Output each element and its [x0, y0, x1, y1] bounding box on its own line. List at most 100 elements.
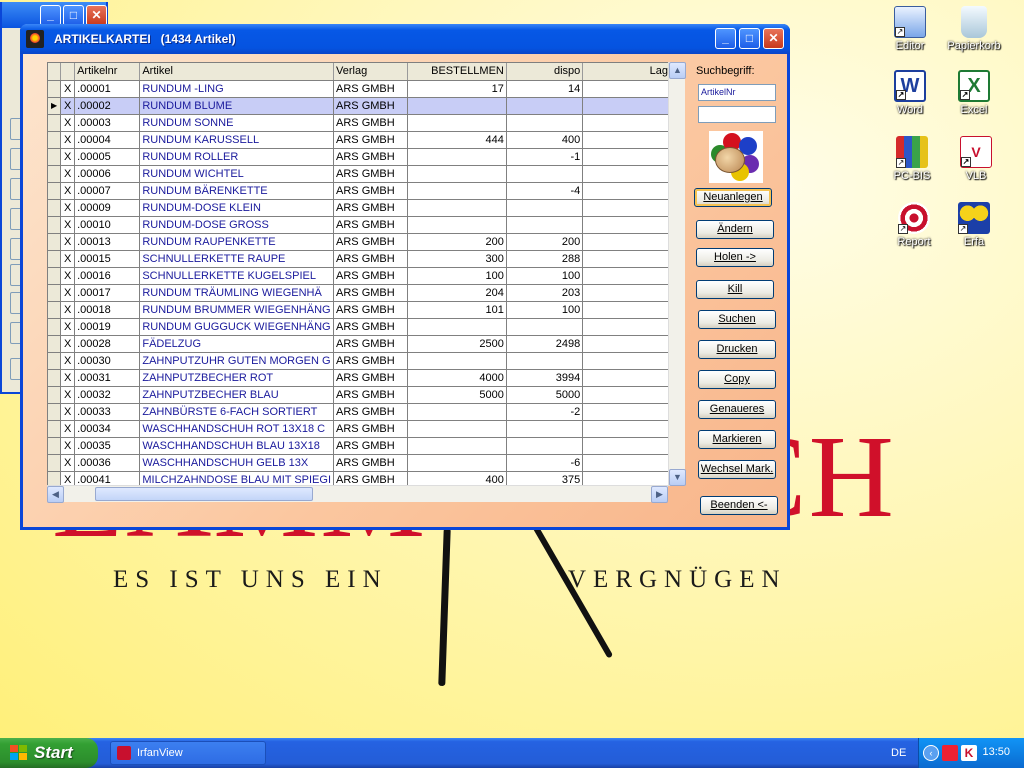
cell-artikelnr: .00009	[74, 199, 141, 217]
table-row[interactable]: X .00016 SCHNULLERKETTE KUGELSPIEL ARS GMBH…	[48, 267, 671, 285]
column-header-lager[interactable]: Lag	[582, 63, 671, 81]
scroll-down-icon[interactable]: ▼	[669, 469, 686, 486]
row-checkbox[interactable]: X	[60, 131, 76, 149]
cell-lager	[582, 369, 671, 387]
column-header-bestellmenge[interactable]: BESTELLMEN	[407, 63, 507, 81]
holen-button[interactable]: Holen ->	[696, 248, 774, 267]
genaueres-button[interactable]: Genaueres	[698, 400, 776, 419]
desktop-icon-papierkorb[interactable]: Papierkorb	[942, 6, 1006, 52]
table-row[interactable]: X .00030 ZAHNPUTZUHR GUTEN MORGEN G ARS GMB…	[48, 352, 671, 370]
desktop-icon-pc-bis[interactable]: ↗ PC-BIS	[880, 136, 944, 182]
row-checkbox[interactable]: X	[60, 335, 76, 353]
window-titlebar[interactable]: ARTIKELKARTEI (1434 Artikel) _ □ ✕	[20, 24, 790, 54]
start-button[interactable]: Start	[0, 738, 98, 768]
row-checkbox[interactable]: X	[60, 148, 76, 166]
aendern-button[interactable]: Ändern	[696, 220, 774, 239]
column-header-verlag[interactable]: Verlag	[333, 63, 408, 81]
table-row[interactable]: X .00015 SCHNULLERKETTE RAUPE ARS GMBH 300 28…	[48, 250, 671, 268]
column-header-artikelnr[interactable]: Artikelnr	[74, 63, 141, 81]
maximize-icon[interactable]: □	[63, 5, 84, 26]
table-row[interactable]: X .00036 WASCHHANDSCHUH GELB 13X ARS GMBH -6	[48, 454, 671, 472]
horizontal-scroll-thumb[interactable]	[95, 487, 313, 501]
table-row[interactable]: X .00032 ZAHNPUTZBECHER BLAU ARS GMBH 5000 50…	[48, 386, 671, 404]
scroll-up-icon[interactable]: ▲	[669, 62, 686, 79]
table-row[interactable]: X .00017 RUNDUM TRÄUMLING WIEGENHÄ ARS GMBH…	[48, 284, 671, 302]
search-field-select[interactable]: ArtikelNr	[698, 84, 776, 101]
vertical-scrollbar[interactable]: ▲ ▼	[668, 62, 686, 486]
desktop-icon-erfa[interactable]: ↗ Erfa	[942, 202, 1006, 248]
artikelkartei-window[interactable]: ARTIKELKARTEI (1434 Artikel) _ □ ✕ Artik…	[20, 24, 790, 530]
taskbar-item-irfanview[interactable]: IrfanView	[110, 741, 266, 765]
row-checkbox[interactable]: X	[60, 454, 76, 472]
row-checkbox[interactable]: X	[60, 80, 76, 98]
row-checkbox[interactable]: X	[60, 284, 76, 302]
tray-expand-icon[interactable]: ‹	[923, 745, 939, 761]
row-checkbox[interactable]: X	[60, 182, 76, 200]
row-checkbox[interactable]: X	[60, 437, 76, 455]
scroll-right-icon[interactable]: ▶	[651, 486, 668, 503]
desktop-icon-report[interactable]: ↗ Report	[882, 202, 946, 248]
table-row[interactable]: X .00019 RUNDUM GUGGUCK WIEGENHÄNG ARS GMBH	[48, 318, 671, 336]
minimize-icon[interactable]: _	[715, 28, 736, 49]
search-input[interactable]	[698, 106, 776, 123]
tray-app-icon[interactable]	[942, 745, 958, 761]
horizontal-scrollbar[interactable]: ◀ ▶	[47, 485, 668, 503]
table-row[interactable]: X .00010 RUNDUM-DOSE GROSS ARS GMBH	[48, 216, 671, 234]
table-row[interactable]: ▶ X .00002 RUNDUM BLUME ARS GMBH	[48, 97, 671, 115]
row-checkbox[interactable]: X	[60, 165, 76, 183]
kill-button[interactable]: Kill	[696, 280, 774, 299]
table-row[interactable]: X .00004 RUNDUM KARUSSELL ARS GMBH 444 400	[48, 131, 671, 149]
beenden-button[interactable]: Beenden <-	[700, 496, 778, 515]
desktop-icon-vlb[interactable]: V ↗ VLB	[944, 136, 1008, 182]
row-checkbox[interactable]: X	[60, 352, 76, 370]
column-header-artikel[interactable]: Artikel	[139, 63, 335, 81]
table-row[interactable]: X .00033 ZAHNBÜRSTE 6-FACH SORTIERT ARS GMB…	[48, 403, 671, 421]
row-checkbox[interactable]: X	[60, 97, 76, 115]
table-row[interactable]: X .00006 RUNDUM WICHTEL ARS GMBH	[48, 165, 671, 183]
row-checkbox[interactable]: X	[60, 114, 76, 132]
row-checkbox[interactable]: X	[60, 471, 76, 485]
row-checkbox[interactable]: X	[60, 199, 76, 217]
column-header-dispo[interactable]: dispo	[506, 63, 584, 81]
table-row[interactable]: X .00028 FÄDELZUG ARS GMBH 2500 2498	[48, 335, 671, 353]
table-row[interactable]: X .00013 RUNDUM RAUPENKETTE ARS GMBH 200 200	[48, 233, 671, 251]
table-row[interactable]: X .00001 RUNDUM -LING ARS GMBH 17 14	[48, 80, 671, 98]
wechsel-mark-button[interactable]: Wechsel Mark.	[698, 460, 776, 479]
table-row[interactable]: X .00041 MILCHZAHNDOSE BLAU MIT SPIEGI ARS …	[48, 471, 671, 485]
row-checkbox[interactable]: X	[60, 420, 76, 438]
row-checkbox[interactable]: X	[60, 233, 76, 251]
markieren-button[interactable]: Markieren	[698, 430, 776, 449]
row-checkbox[interactable]: X	[60, 403, 76, 421]
close-icon[interactable]: ✕	[86, 5, 107, 26]
neuanlegen-button[interactable]: Neuanlegen	[694, 188, 772, 207]
table-row[interactable]: X .00003 RUNDUM SONNE ARS GMBH	[48, 114, 671, 132]
table-row[interactable]: X .00035 WASCHHANDSCHUH BLAU 13X18 ARS GMBH	[48, 437, 671, 455]
row-checkbox[interactable]: X	[60, 386, 76, 404]
language-indicator[interactable]: DE	[891, 747, 906, 759]
row-checkbox[interactable]: X	[60, 318, 76, 336]
drucken-button[interactable]: Drucken	[698, 340, 776, 359]
close-icon[interactable]: ✕	[763, 28, 784, 49]
row-checkbox[interactable]: X	[60, 301, 76, 319]
table-row[interactable]: X .00007 RUNDUM BÄRENKETTE ARS GMBH -4	[48, 182, 671, 200]
table-row[interactable]: X .00031 ZAHNPUTZBECHER ROT ARS GMBH 4000 399…	[48, 369, 671, 387]
article-grid[interactable]: Artikelnr Artikel Verlag BESTELLMEN disp…	[47, 62, 672, 486]
copy-button[interactable]: Copy	[698, 370, 776, 389]
desktop-icon-word[interactable]: W ↗ Word	[878, 70, 942, 116]
row-checkbox[interactable]: X	[60, 250, 76, 268]
table-row[interactable]: X .00034 WASCHHANDSCHUH ROT 13X18 C ARS GMB…	[48, 420, 671, 438]
tray-k-icon[interactable]: K	[961, 745, 977, 761]
row-checkbox[interactable]: X	[60, 216, 76, 234]
desktop-icon-excel[interactable]: X ↗ Excel	[942, 70, 1006, 116]
row-checkbox[interactable]: X	[60, 369, 76, 387]
table-row[interactable]: X .00009 RUNDUM-DOSE KLEIN ARS GMBH	[48, 199, 671, 217]
suchen-button[interactable]: Suchen	[698, 310, 776, 329]
row-indicator	[48, 369, 62, 387]
table-row[interactable]: X .00005 RUNDUM ROLLER ARS GMBH -1	[48, 148, 671, 166]
desktop-icon-editor[interactable]: ↗ Editor	[878, 6, 942, 52]
minimize-icon[interactable]: _	[40, 5, 61, 26]
scroll-left-icon[interactable]: ◀	[47, 486, 64, 503]
maximize-icon[interactable]: □	[739, 28, 760, 49]
row-checkbox[interactable]: X	[60, 267, 76, 285]
table-row[interactable]: X .00018 RUNDUM BRUMMER WIEGENHÄNG ARS GMBH…	[48, 301, 671, 319]
